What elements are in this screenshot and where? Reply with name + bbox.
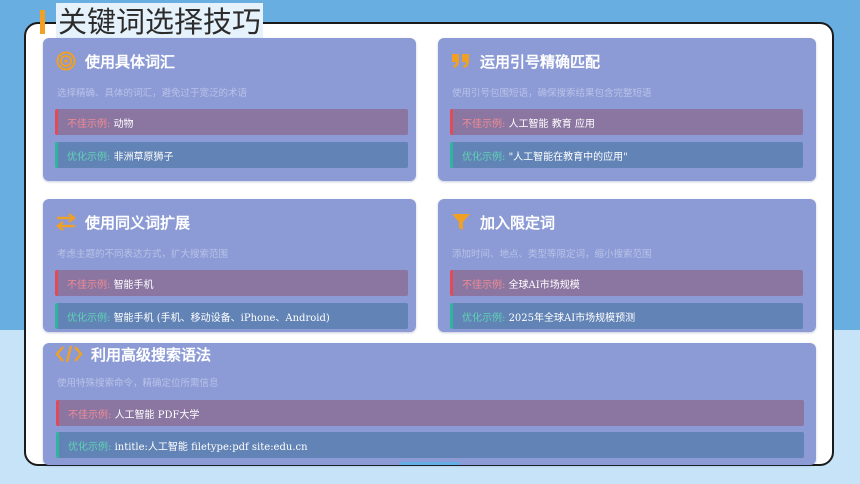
card-title: 使用同义词扩展	[85, 213, 191, 232]
good-example-value: 非洲草原狮子	[113, 151, 174, 163]
good-example-label: 优化示例:	[462, 312, 506, 324]
good-example: 优化示例: intitle:人工智能 filetype:pdf site:edu…	[56, 432, 804, 458]
tip-card-synonyms: 使用同义词扩展 考虑主题的不同表达方式，扩大搜索范围 不佳示例: 智能手机 优化…	[43, 199, 416, 332]
card-title: 加入限定词	[480, 213, 556, 232]
good-example-label: 优化示例:	[67, 312, 111, 324]
filter-icon	[450, 211, 472, 233]
card-header: 使用具体词汇	[55, 50, 175, 72]
bad-example-value: 动物	[113, 118, 134, 130]
page-title: 关键词选择技巧	[56, 3, 264, 41]
bad-example-value: 人工智能 教育 应用	[508, 118, 595, 130]
card-header: 使用同义词扩展	[55, 211, 190, 233]
card-description: 考虑主题的不同表达方式，扩大搜索范围	[57, 249, 229, 260]
bad-example: 不佳示例: 智能手机	[55, 270, 408, 296]
tip-card-quote-match: 运用引号精确匹配 使用引号包围短语，确保搜索结果包含完整短语 不佳示例: 人工智…	[438, 38, 816, 181]
bad-example-value: 人工智能 PDF大学	[114, 409, 200, 421]
good-example-value: 智能手机 (手机、移动设备、iPhone、Android)	[113, 312, 330, 324]
good-example-value: intitle:人工智能 filetype:pdf site:edu.cn	[114, 441, 308, 453]
card-description: 使用特殊搜索命令，精确定位所需信息	[57, 378, 219, 389]
bad-example-label: 不佳示例:	[462, 279, 506, 291]
card-description: 添加时间、地点、类型等限定词，缩小搜索范围	[452, 249, 652, 260]
tip-card-specific-words: 使用具体词汇 选择精确、具体的词汇，避免过于宽泛的术语 不佳示例: 动物 优化示…	[43, 38, 416, 181]
good-example-label: 优化示例:	[68, 441, 112, 453]
card-title: 运用引号精确匹配	[480, 52, 601, 71]
decorative-line	[400, 462, 460, 465]
good-example-value: "人工智能在教育中的应用"	[508, 151, 628, 163]
card-description: 使用引号包围短语，确保搜索结果包含完整短语	[452, 88, 652, 99]
card-header: 加入限定词	[450, 211, 555, 233]
quote-icon	[450, 50, 472, 72]
good-example: 优化示例: "人工智能在教育中的应用"	[450, 142, 803, 168]
good-example: 优化示例: 2025年全球AI市场规模预测	[450, 303, 803, 329]
good-example: 优化示例: 智能手机 (手机、移动设备、iPhone、Android)	[55, 303, 408, 329]
card-header: 利用高级搜索语法	[55, 343, 211, 365]
code-icon	[55, 343, 83, 365]
card-description: 选择精确、具体的词汇，避免过于宽泛的术语	[57, 88, 248, 99]
bad-example-label: 不佳示例:	[462, 118, 506, 130]
good-example-value: 2025年全球AI市场规模预测	[508, 312, 636, 324]
bad-example-value: 智能手机	[113, 279, 154, 291]
tip-card-advanced-syntax: 利用高级搜索语法 使用特殊搜索命令，精确定位所需信息 不佳示例: 人工智能 PD…	[43, 343, 816, 465]
good-example-label: 优化示例:	[462, 151, 506, 163]
swap-arrows-icon	[55, 211, 77, 233]
good-example: 优化示例: 非洲草原狮子	[55, 142, 408, 168]
bad-example: 不佳示例: 人工智能 教育 应用	[450, 109, 803, 135]
bad-example-label: 不佳示例:	[67, 279, 111, 291]
card-title: 使用具体词汇	[85, 52, 176, 71]
bad-example: 不佳示例: 全球AI市场规模	[450, 270, 803, 296]
bad-example: 不佳示例: 人工智能 PDF大学	[56, 400, 804, 426]
bad-example-label: 不佳示例:	[68, 409, 112, 421]
good-example-label: 优化示例:	[67, 151, 111, 163]
tip-card-qualifiers: 加入限定词 添加时间、地点、类型等限定词，缩小搜索范围 不佳示例: 全球AI市场…	[438, 199, 816, 332]
title-accent-bar	[40, 10, 45, 34]
target-icon	[55, 50, 77, 72]
card-title: 利用高级搜索语法	[91, 345, 212, 364]
bad-example-value: 全球AI市场规模	[508, 279, 580, 291]
bad-example-label: 不佳示例:	[67, 118, 111, 130]
bad-example: 不佳示例: 动物	[55, 109, 408, 135]
slide-header: 关键词选择技巧	[40, 2, 264, 42]
card-header: 运用引号精确匹配	[450, 50, 600, 72]
